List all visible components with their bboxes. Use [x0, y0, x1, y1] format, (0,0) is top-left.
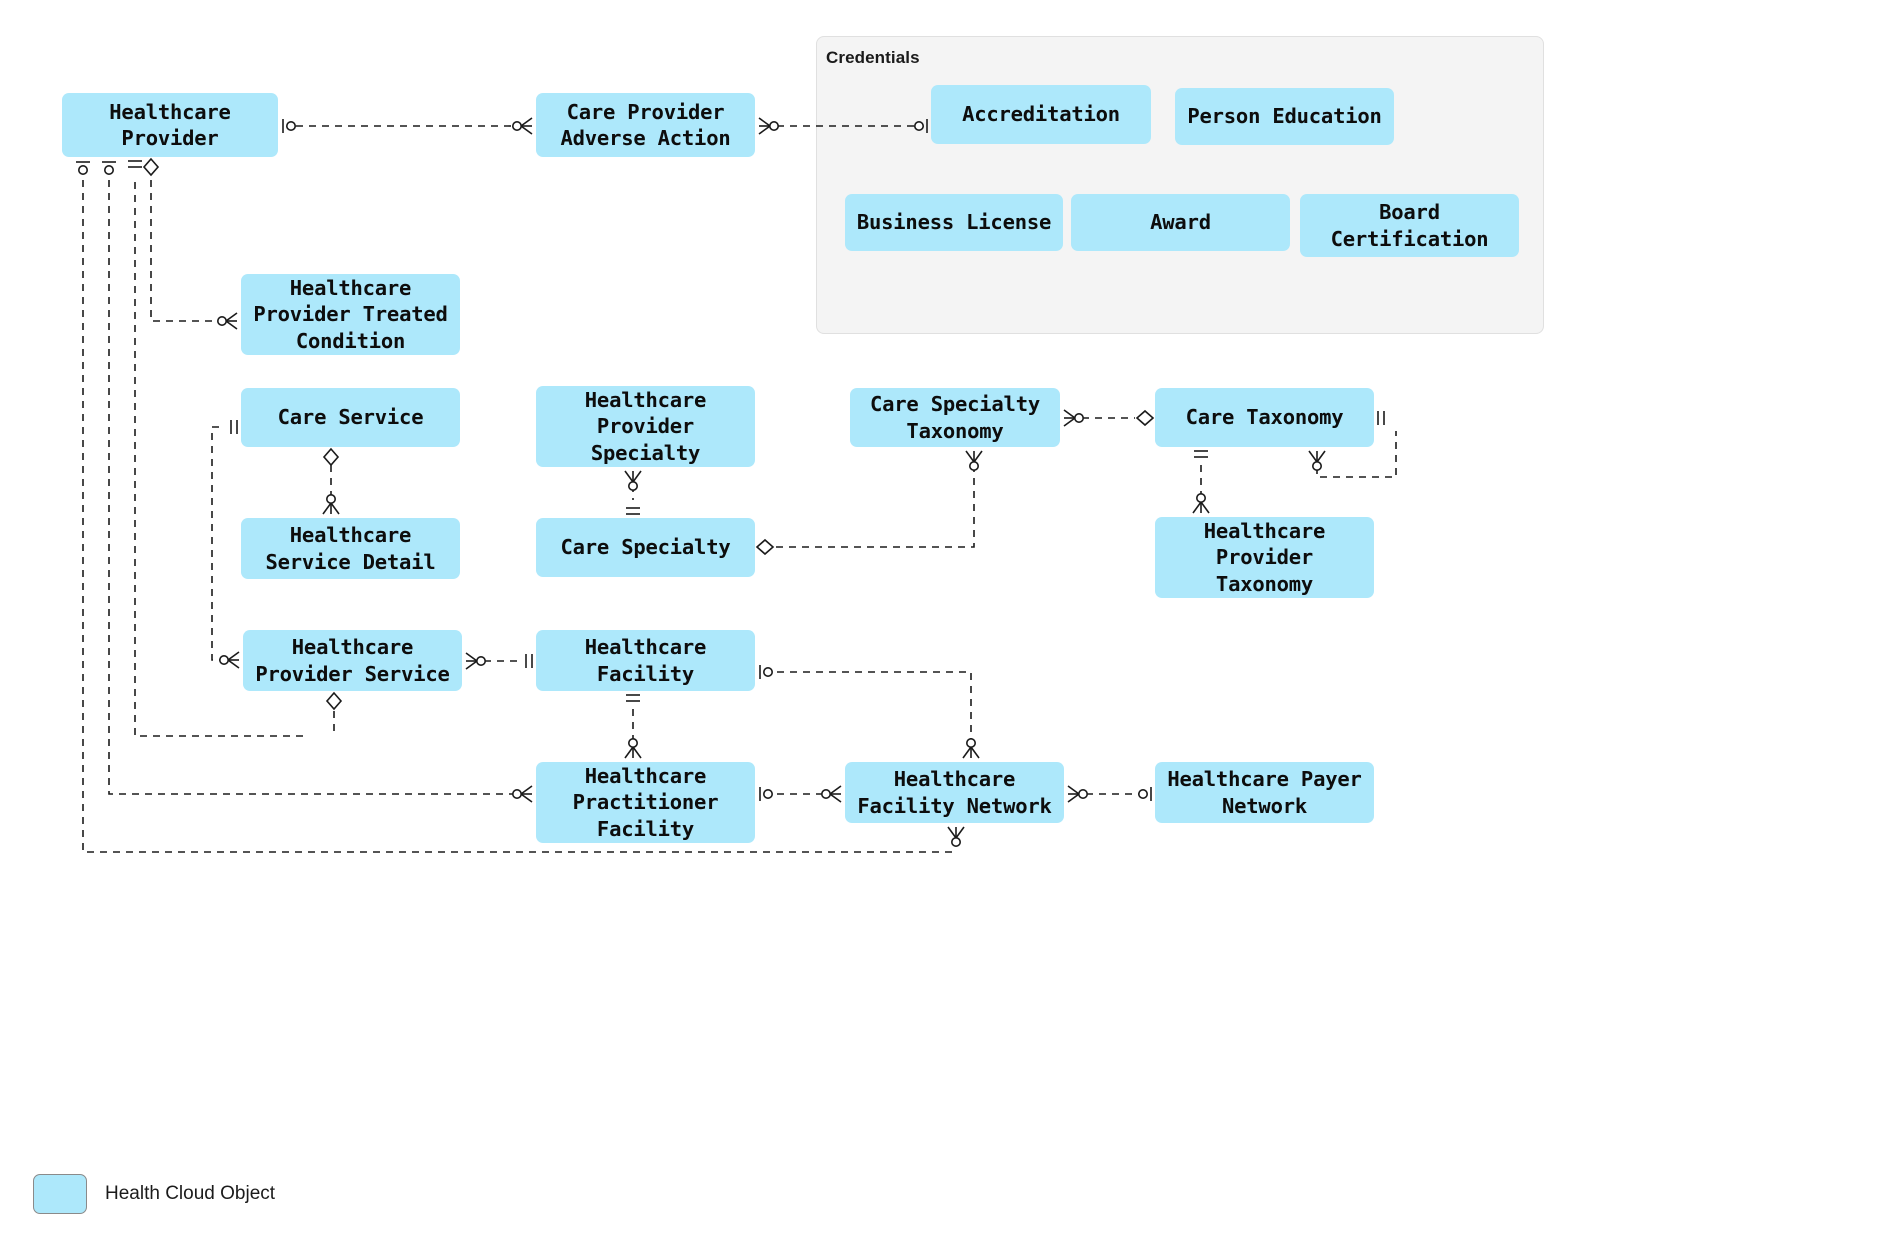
cardinality-practitioner-facility-many	[512, 785, 533, 803]
entity-care-taxonomy[interactable]: Care Taxonomy	[1155, 388, 1374, 447]
edge-specialty-taxonomy-care-specialty	[775, 465, 975, 548]
entity-business-license[interactable]: Business License	[845, 194, 1063, 251]
relationship-edge-layer	[76, 117, 1397, 853]
entity-healthcare-provider-treated-condition[interactable]: Healthcare Provider Treated Condition	[241, 274, 460, 355]
entity-healthcare-facility[interactable]: Healthcare Facility	[536, 630, 755, 691]
cardinality-care-specialty-one-mandatory	[626, 507, 640, 515]
cardinality-care-taxonomy-aggregation	[1135, 409, 1155, 427]
cardinality-care-taxonomy-one-mandatory	[1194, 450, 1208, 458]
entity-care-provider-adverse-action[interactable]: Care Provider Adverse Action	[536, 93, 755, 157]
cardinality-specialty-taxonomy-many-2	[965, 450, 983, 471]
cardinality-provider-aggregation	[142, 157, 160, 177]
cardinality-provider-service-many	[219, 651, 240, 669]
entity-care-specialty-taxonomy[interactable]: Care Specialty Taxonomy	[850, 388, 1060, 447]
cardinality-facility-network-many-left	[821, 785, 842, 803]
entity-care-service[interactable]: Care Service	[241, 388, 460, 447]
cardinality-adverse-action-many	[512, 117, 533, 135]
entity-healthcare-provider-service[interactable]: Healthcare Provider Service	[243, 630, 462, 691]
entity-healthcare-practitioner-facility[interactable]: Healthcare Practitioner Facility	[536, 762, 755, 843]
cardinality-care-specialty-aggregation	[755, 538, 775, 556]
entity-board-certification[interactable]: Board Certification	[1300, 194, 1519, 257]
cardinality-payer-network-one	[1138, 787, 1152, 801]
entity-care-specialty[interactable]: Care Specialty	[536, 518, 755, 577]
edge-provider-treated-condition	[150, 180, 221, 322]
cardinality-facility-one-optional	[759, 665, 773, 679]
cardinality-provider-service-aggregation	[325, 691, 343, 711]
entity-healthcare-provider-taxonomy[interactable]: Healthcare Provider Taxonomy	[1155, 517, 1374, 598]
cardinality-practitioner-facility-one-optional	[759, 787, 773, 801]
entity-healthcare-service-detail[interactable]: Healthcare Service Detail	[241, 518, 460, 579]
entity-healthcare-provider-specialty[interactable]: Healthcare Provider Specialty	[536, 386, 755, 467]
edge-care-service-provider-service	[211, 426, 223, 661]
cardinality-provider-taxonomy-many	[1192, 493, 1210, 514]
edge-provider-practitioner-facility	[108, 180, 516, 795]
cardinality-care-service-aggregation	[322, 447, 340, 467]
cardinality-care-service-one-mandatory	[230, 420, 238, 434]
cardinality-provider-one-optional-2	[102, 161, 116, 175]
cardinality-care-taxonomy-self-many	[1308, 450, 1326, 471]
edge-facility-facility-network	[777, 671, 972, 742]
cardinality-facility-one-mandatory-2	[626, 694, 640, 702]
cardinality-provider-specialty-many	[624, 470, 642, 491]
cardinality-adverse-many	[758, 117, 779, 135]
legend-label: Health Cloud Object	[105, 1183, 276, 1204]
cardinality-facility-network-many-top	[962, 738, 980, 759]
cardinality-accreditation-one	[914, 119, 928, 133]
cardinality-care-taxonomy-self-one	[1377, 411, 1385, 425]
cardinality-provider-service-many-2	[465, 652, 486, 670]
entity-healthcare-facility-network[interactable]: Healthcare Facility Network	[845, 762, 1064, 823]
entity-healthcare-payer-network[interactable]: Healthcare Payer Network	[1155, 762, 1374, 823]
cardinality-facility-network-many-right	[1067, 785, 1088, 803]
cardinality-provider-one-mandatory	[128, 160, 142, 168]
entity-accreditation[interactable]: Accreditation	[931, 85, 1151, 144]
cardinality-practitioner-facility-many-2	[624, 738, 642, 759]
entity-person-education[interactable]: Person Education	[1175, 88, 1394, 145]
er-diagram-canvas: Credentials Healthcare Provider Care Prov…	[0, 0, 1877, 1251]
entity-healthcare-provider[interactable]: Healthcare Provider	[62, 93, 278, 157]
cardinality-provider-one-optional-3	[76, 161, 90, 175]
legend-swatch-health-cloud-object	[33, 1174, 87, 1214]
cardinality-facility-network-many-bottom	[947, 826, 965, 847]
cardinality-facility-one-mandatory	[525, 654, 533, 668]
cardinality-treated-condition-many	[217, 312, 238, 330]
cardinality-service-detail-many	[322, 494, 340, 515]
cardinality-specialty-taxonomy-many	[1063, 409, 1084, 427]
legend: Health Cloud Object	[33, 1174, 275, 1214]
entity-award[interactable]: Award	[1071, 194, 1290, 251]
cardinality-provider-one-optional	[282, 119, 296, 133]
edge-provider-facility-network	[82, 180, 956, 853]
